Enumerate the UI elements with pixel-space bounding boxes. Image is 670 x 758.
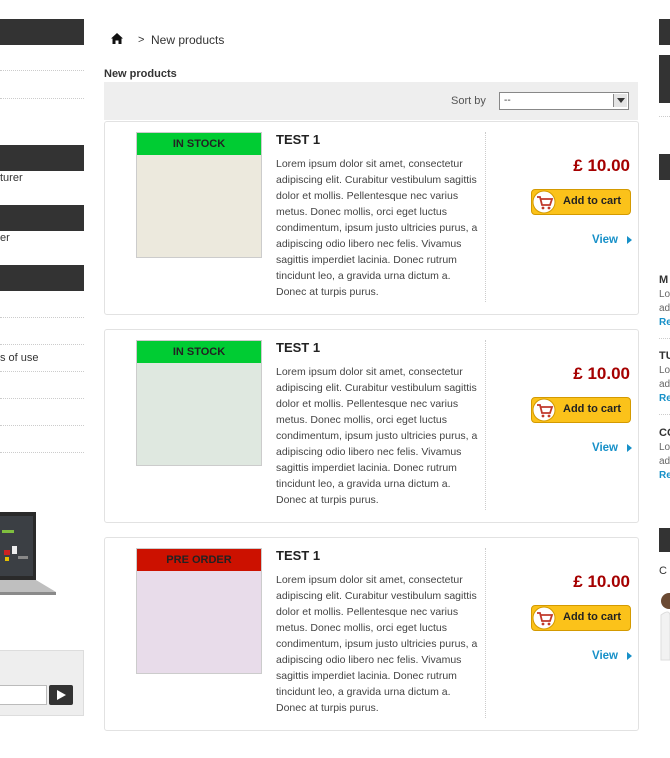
view-link[interactable]: View: [592, 650, 618, 662]
product-price: £ 10.00: [573, 364, 630, 383]
product-card: IN STOCK TEST 1 Lorem ipsum dolor sit am…: [104, 121, 639, 315]
arrow-right-icon: [627, 236, 632, 244]
read-more-link[interactable]: Re: [659, 470, 670, 481]
product-description: Lorem ipsum dolor sit amet, consectetur …: [276, 366, 478, 506]
sort-select[interactable]: --: [499, 92, 629, 110]
divider: [659, 116, 670, 117]
divider: [0, 398, 84, 399]
article-title[interactable]: M: [659, 274, 668, 286]
right-sidebar: M Lo ad Re TU Lo ad Re CO Lo ad Re C: [659, 0, 670, 758]
page-title: New products: [104, 68, 177, 80]
add-to-cart-button[interactable]: Add to cart: [531, 605, 631, 631]
view-link[interactable]: View: [592, 234, 618, 246]
add-to-cart-label: Add to cart: [563, 403, 622, 415]
sort-bar: Sort by --: [104, 82, 638, 120]
product-card: IN STOCK TEST 1 Lorem ipsum dolor sit am…: [104, 329, 639, 523]
divider: [0, 452, 84, 453]
product-image[interactable]: PRE ORDER: [136, 548, 262, 674]
sidebar-item-supplier[interactable]: er: [0, 232, 10, 244]
product-name[interactable]: TEST 1: [276, 548, 320, 563]
sort-selected-value: --: [504, 95, 511, 106]
sort-label: Sort by: [451, 95, 486, 107]
stock-badge: PRE ORDER: [137, 549, 261, 571]
person-image: [660, 593, 670, 661]
article-text: Lo: [659, 289, 670, 300]
product-description: Lorem ipsum dolor sit amet, consectetur …: [276, 574, 478, 714]
cart-icon: [532, 606, 556, 630]
home-icon[interactable]: [111, 33, 123, 44]
article-text: ad: [659, 456, 670, 467]
divider: [659, 414, 670, 415]
product-description: Lorem ipsum dolor sit amet, consectetur …: [276, 158, 478, 298]
view-link[interactable]: View: [592, 442, 618, 454]
breadcrumb-current: New products: [151, 33, 225, 47]
right-block-header-1: [659, 19, 670, 45]
article-text: ad: [659, 303, 670, 314]
arrow-right-icon: [627, 652, 632, 660]
article-text: Lo: [659, 442, 670, 453]
left-sidebar: turer er s of use: [0, 0, 84, 758]
divider: [0, 371, 84, 372]
right-block-header-3: [659, 528, 670, 552]
article-text: Lo: [659, 365, 670, 376]
divider: [659, 338, 670, 339]
partial-text: C: [659, 565, 667, 577]
stock-badge: IN STOCK: [137, 133, 261, 155]
divider: [485, 132, 486, 302]
product-name[interactable]: TEST 1: [276, 340, 320, 355]
left-block-header-2: [0, 145, 84, 171]
add-to-cart-button[interactable]: Add to cart: [531, 397, 631, 423]
add-to-cart-label: Add to cart: [563, 195, 622, 207]
divider: [0, 70, 84, 71]
article-text: ad: [659, 379, 670, 390]
read-more-link[interactable]: Re: [659, 393, 670, 404]
add-to-cart-label: Add to cart: [563, 611, 622, 623]
left-block-header-4: [0, 265, 84, 291]
divider: [0, 425, 84, 426]
product-price: £ 10.00: [573, 572, 630, 591]
add-to-cart-button[interactable]: Add to cart: [531, 189, 631, 215]
product-price: £ 10.00: [573, 156, 630, 175]
cart-icon: [532, 190, 556, 214]
product-image[interactable]: IN STOCK: [136, 132, 262, 258]
article-title[interactable]: CO: [659, 427, 670, 439]
divider: [0, 98, 84, 99]
newsletter-input[interactable]: [0, 685, 47, 705]
dropdown-arrow-icon[interactable]: [613, 94, 627, 107]
breadcrumb-separator: >: [138, 34, 145, 46]
right-promo-image[interactable]: [659, 55, 670, 103]
right-block-header-2: [659, 154, 670, 180]
arrow-right-icon: [627, 444, 632, 452]
sidebar-item-manufacturer[interactable]: turer: [0, 172, 23, 184]
left-block-header-1: [0, 19, 84, 45]
read-more-link[interactable]: Re: [659, 317, 670, 328]
divider: [0, 317, 84, 318]
divider: [485, 340, 486, 510]
sidebar-item-terms[interactable]: s of use: [0, 352, 39, 364]
divider: [0, 344, 84, 345]
divider: [485, 548, 486, 718]
cart-icon: [532, 398, 556, 422]
left-block-header-3: [0, 205, 84, 231]
stock-badge: IN STOCK: [137, 341, 261, 363]
newsletter-block: [0, 650, 84, 716]
newsletter-submit-button[interactable]: [49, 685, 73, 705]
laptop-image: [0, 512, 56, 595]
product-card: PRE ORDER TEST 1 Lorem ipsum dolor sit a…: [104, 537, 639, 731]
article-title[interactable]: TU: [659, 350, 670, 362]
product-image[interactable]: IN STOCK: [136, 340, 262, 466]
product-name[interactable]: TEST 1: [276, 132, 320, 147]
